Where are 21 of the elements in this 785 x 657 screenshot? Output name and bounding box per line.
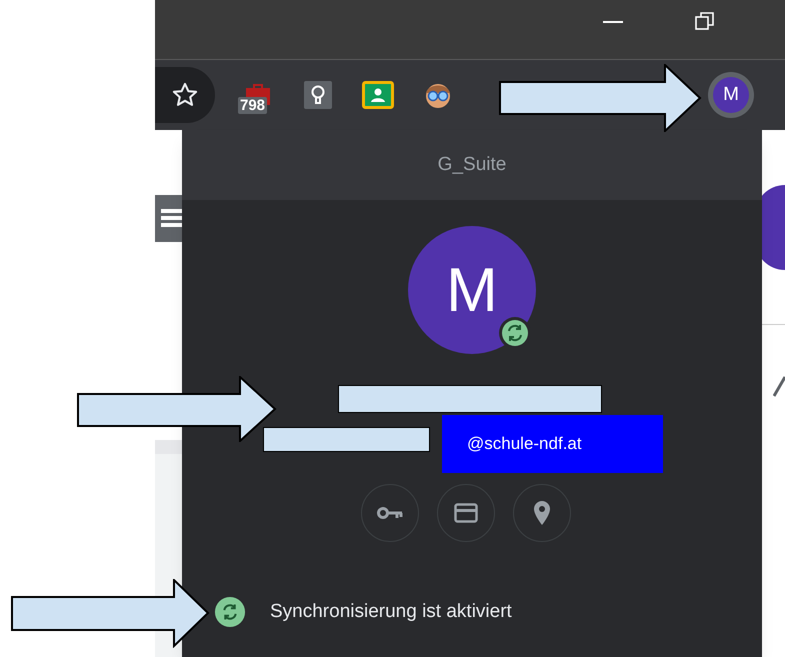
menu-title: G_Suite xyxy=(182,130,762,200)
account-email: @schule-ndf.at xyxy=(467,433,582,456)
star-icon[interactable] xyxy=(171,81,199,109)
extension-badge: 798 xyxy=(238,97,268,114)
profile-avatar: M xyxy=(408,226,536,354)
restore-icon[interactable] xyxy=(695,11,715,31)
profile-avatar-button[interactable]: M xyxy=(713,77,749,113)
addresses-button[interactable] xyxy=(513,484,571,542)
classroom-icon[interactable] xyxy=(362,81,394,109)
pencil-icon xyxy=(773,374,785,398)
credit-card-icon xyxy=(454,503,478,523)
location-pin-icon xyxy=(533,500,551,526)
sync-status: Synchronisierung ist aktiviert xyxy=(270,600,512,624)
sync-row[interactable]: Synchronisierung ist aktiviert xyxy=(214,596,512,628)
lightbulb-icon[interactable] xyxy=(304,81,332,109)
key-icon xyxy=(377,506,403,520)
minimize-icon[interactable] xyxy=(603,20,623,24)
payment-methods-button[interactable] xyxy=(437,484,495,542)
omnibox[interactable] xyxy=(155,67,215,123)
passwords-button[interactable] xyxy=(361,484,419,542)
menu-icon[interactable] xyxy=(155,195,183,242)
